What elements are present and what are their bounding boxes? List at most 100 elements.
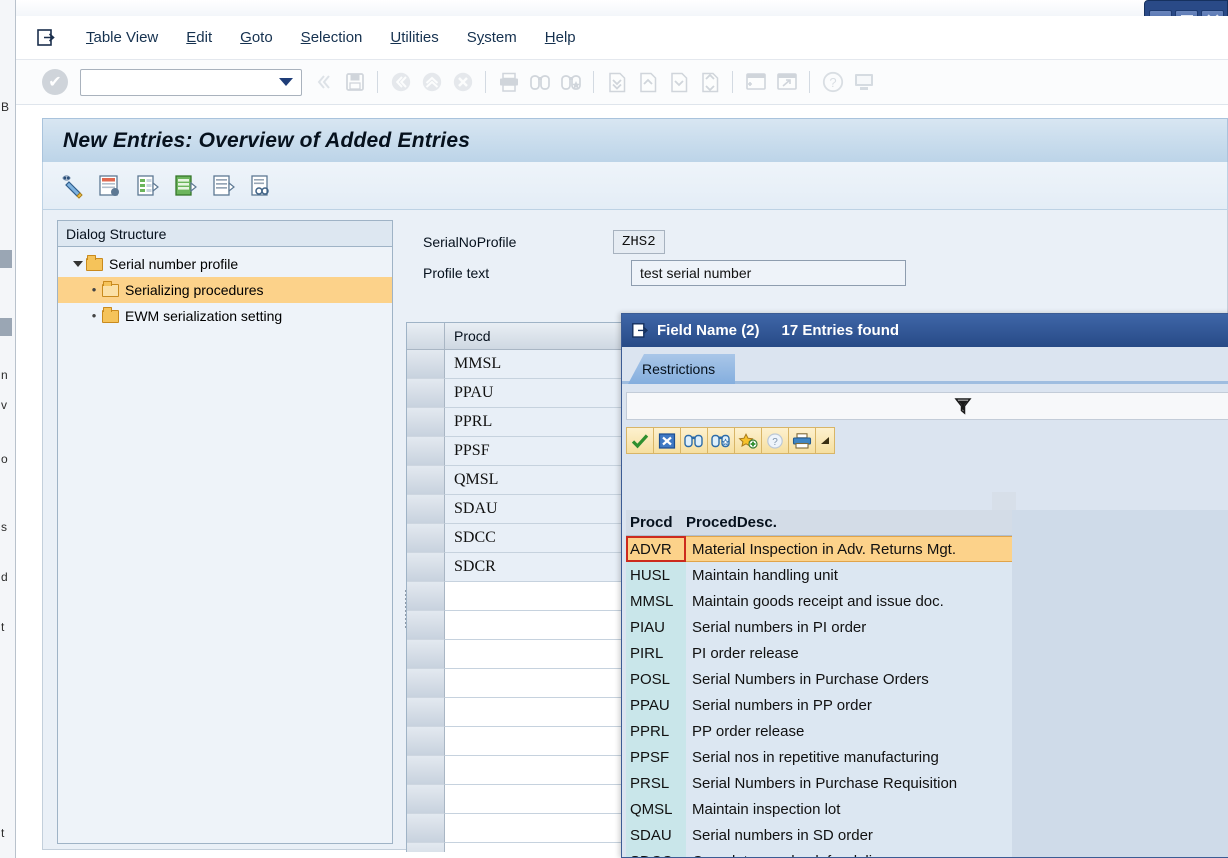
result-cell-desc[interactable]: Maintain goods receipt and issue doc. (686, 588, 1012, 614)
result-row[interactable]: ADVR Material Inspection in Adv. Returns … (626, 536, 1012, 562)
command-field[interactable] (80, 68, 302, 96)
menu-item-table-view[interactable]: Table View (72, 29, 172, 46)
chevron-down-icon[interactable] (70, 261, 86, 267)
result-row[interactable]: PRSL Serial Numbers in Purchase Requisiti… (626, 770, 1012, 796)
row-selector[interactable] (407, 814, 445, 843)
result-row[interactable]: PPAU Serial numbers in PP order (626, 692, 1012, 718)
row-selector[interactable] (407, 379, 445, 408)
result-cell-desc[interactable]: Serial nos in repetitive manufacturing (686, 744, 1012, 770)
find-next-icon[interactable] (707, 427, 735, 454)
result-cell-procd[interactable]: PPSF (626, 744, 686, 770)
result-cell-procd[interactable]: PRSL (626, 770, 686, 796)
grid-select-all-corner[interactable] (407, 323, 445, 350)
row-selector[interactable] (407, 582, 445, 611)
result-cell-desc[interactable]: Maintain handling unit (686, 562, 1012, 588)
sidebar-item-serializing-procedures[interactable]: • Serializing procedures (58, 277, 392, 303)
row-selector[interactable] (407, 611, 445, 640)
first-page-icon[interactable] (603, 69, 630, 96)
new-entries-icon[interactable] (57, 171, 87, 201)
help-icon[interactable]: ? (761, 427, 789, 454)
result-row[interactable]: HUSL Maintain handling unit (626, 562, 1012, 588)
profile-text-input[interactable]: test serial number (631, 260, 906, 286)
select-block-icon[interactable] (209, 171, 239, 201)
result-row[interactable]: QMSL Maintain inspection lot (626, 796, 1012, 822)
popup-filter-input[interactable] (626, 392, 1228, 420)
result-cell-desc[interactable]: Serial numbers in PP order (686, 692, 1012, 718)
result-cell-procd[interactable]: PIAU (626, 614, 686, 640)
row-selector[interactable] (407, 437, 445, 466)
result-cell-procd[interactable]: HUSL (626, 562, 686, 588)
result-row[interactable]: MMSL Maintain goods receipt and issue doc… (626, 588, 1012, 614)
result-row[interactable]: POSL Serial Numbers in Purchase Orders (626, 666, 1012, 692)
result-cell-procd[interactable]: QMSL (626, 796, 686, 822)
result-cell-procd[interactable]: PPRL (626, 718, 686, 744)
create-session-icon[interactable] (742, 69, 769, 96)
copy-selection-icon[interactable] (626, 427, 654, 454)
row-selector[interactable] (407, 524, 445, 553)
menu-item-goto[interactable]: Goto (226, 29, 287, 46)
column-header-proceddesc[interactable]: ProcedDesc. (686, 510, 1012, 535)
create-shortcut-icon[interactable] (773, 69, 800, 96)
display-icon[interactable] (247, 171, 277, 201)
row-selector[interactable] (407, 727, 445, 756)
print-icon[interactable] (495, 69, 522, 96)
menu-item-system[interactable]: System (453, 29, 531, 46)
row-selector[interactable] (407, 466, 445, 495)
menu-item-edit[interactable]: Edit (172, 29, 226, 46)
chevron-down-icon[interactable] (279, 78, 293, 86)
previous-page-icon[interactable] (634, 69, 661, 96)
row-selector[interactable] (407, 640, 445, 669)
find-icon[interactable] (680, 427, 708, 454)
row-selector[interactable] (407, 669, 445, 698)
result-cell-procd[interactable]: PPAU (626, 692, 686, 718)
cancel-icon[interactable] (653, 427, 681, 454)
select-all-icon[interactable] (171, 171, 201, 201)
find-next-icon[interactable] (557, 69, 584, 96)
result-cell-procd[interactable]: PIRL (626, 640, 686, 666)
popup-scroll-nub[interactable] (992, 492, 1016, 510)
row-selector[interactable] (407, 350, 445, 379)
result-row[interactable]: PIAU Serial numbers in PI order (626, 614, 1012, 640)
row-selector[interactable] (407, 698, 445, 727)
back-history-icon[interactable] (310, 69, 337, 96)
menu-item-utilities[interactable]: Utilities (376, 29, 452, 46)
result-cell-desc[interactable]: PP order release (686, 718, 1012, 744)
print-icon[interactable] (788, 427, 816, 454)
result-cell-desc[interactable]: Maintain inspection lot (686, 796, 1012, 822)
last-page-icon[interactable] (696, 69, 723, 96)
result-cell-procd[interactable]: SDCC (626, 848, 686, 857)
sidebar-item-ewm-serialization-setting[interactable]: • EWM serialization setting (58, 303, 392, 329)
result-cell-procd[interactable]: ADVR (626, 536, 686, 562)
column-header-procd[interactable]: Procd (626, 510, 686, 535)
popup-titlebar[interactable]: Field Name (2) 17 Entries found (622, 314, 1228, 347)
result-cell-desc[interactable]: PI order release (686, 640, 1012, 666)
row-selector[interactable] (407, 785, 445, 814)
row-selector[interactable] (407, 553, 445, 582)
result-cell-desc[interactable]: Material Inspection in Adv. Returns Mgt. (686, 536, 1012, 562)
personal-value-list-icon[interactable] (734, 427, 762, 454)
check-circle-icon[interactable]: ✔ (42, 69, 68, 95)
row-selector[interactable] (407, 495, 445, 524)
result-cell-procd[interactable]: MMSL (626, 588, 686, 614)
result-cell-desc[interactable]: Serial Numbers in Purchase Requisition (686, 770, 1012, 796)
find-icon[interactable] (526, 69, 553, 96)
result-cell-desc[interactable]: Serial Numbers in Purchase Orders (686, 666, 1012, 692)
exit-icon[interactable] (418, 69, 445, 96)
result-row[interactable]: SDCCCompletness check for delivery (626, 848, 1012, 857)
cancel-icon[interactable] (449, 69, 476, 96)
tab-restrictions[interactable]: Restrictions (628, 354, 736, 384)
result-row[interactable]: PPRL PP order release (626, 718, 1012, 744)
next-page-icon[interactable] (665, 69, 692, 96)
save-icon[interactable] (341, 69, 368, 96)
result-cell-desc[interactable]: Completness check for delivery (686, 848, 1012, 857)
result-row[interactable]: PIRL PI order release (626, 640, 1012, 666)
result-cell-procd[interactable]: SDAU (626, 822, 686, 848)
row-selector[interactable] (407, 843, 445, 852)
menu-item-help[interactable]: Help (531, 29, 590, 46)
copy-as-icon[interactable] (95, 171, 125, 201)
menu-item-selection[interactable]: Selection (287, 29, 377, 46)
help-icon[interactable]: ? (819, 69, 846, 96)
row-selector[interactable] (407, 756, 445, 785)
row-selector[interactable] (407, 408, 445, 437)
result-row[interactable]: PPSF Serial nos in repetitive manufacturi… (626, 744, 1012, 770)
